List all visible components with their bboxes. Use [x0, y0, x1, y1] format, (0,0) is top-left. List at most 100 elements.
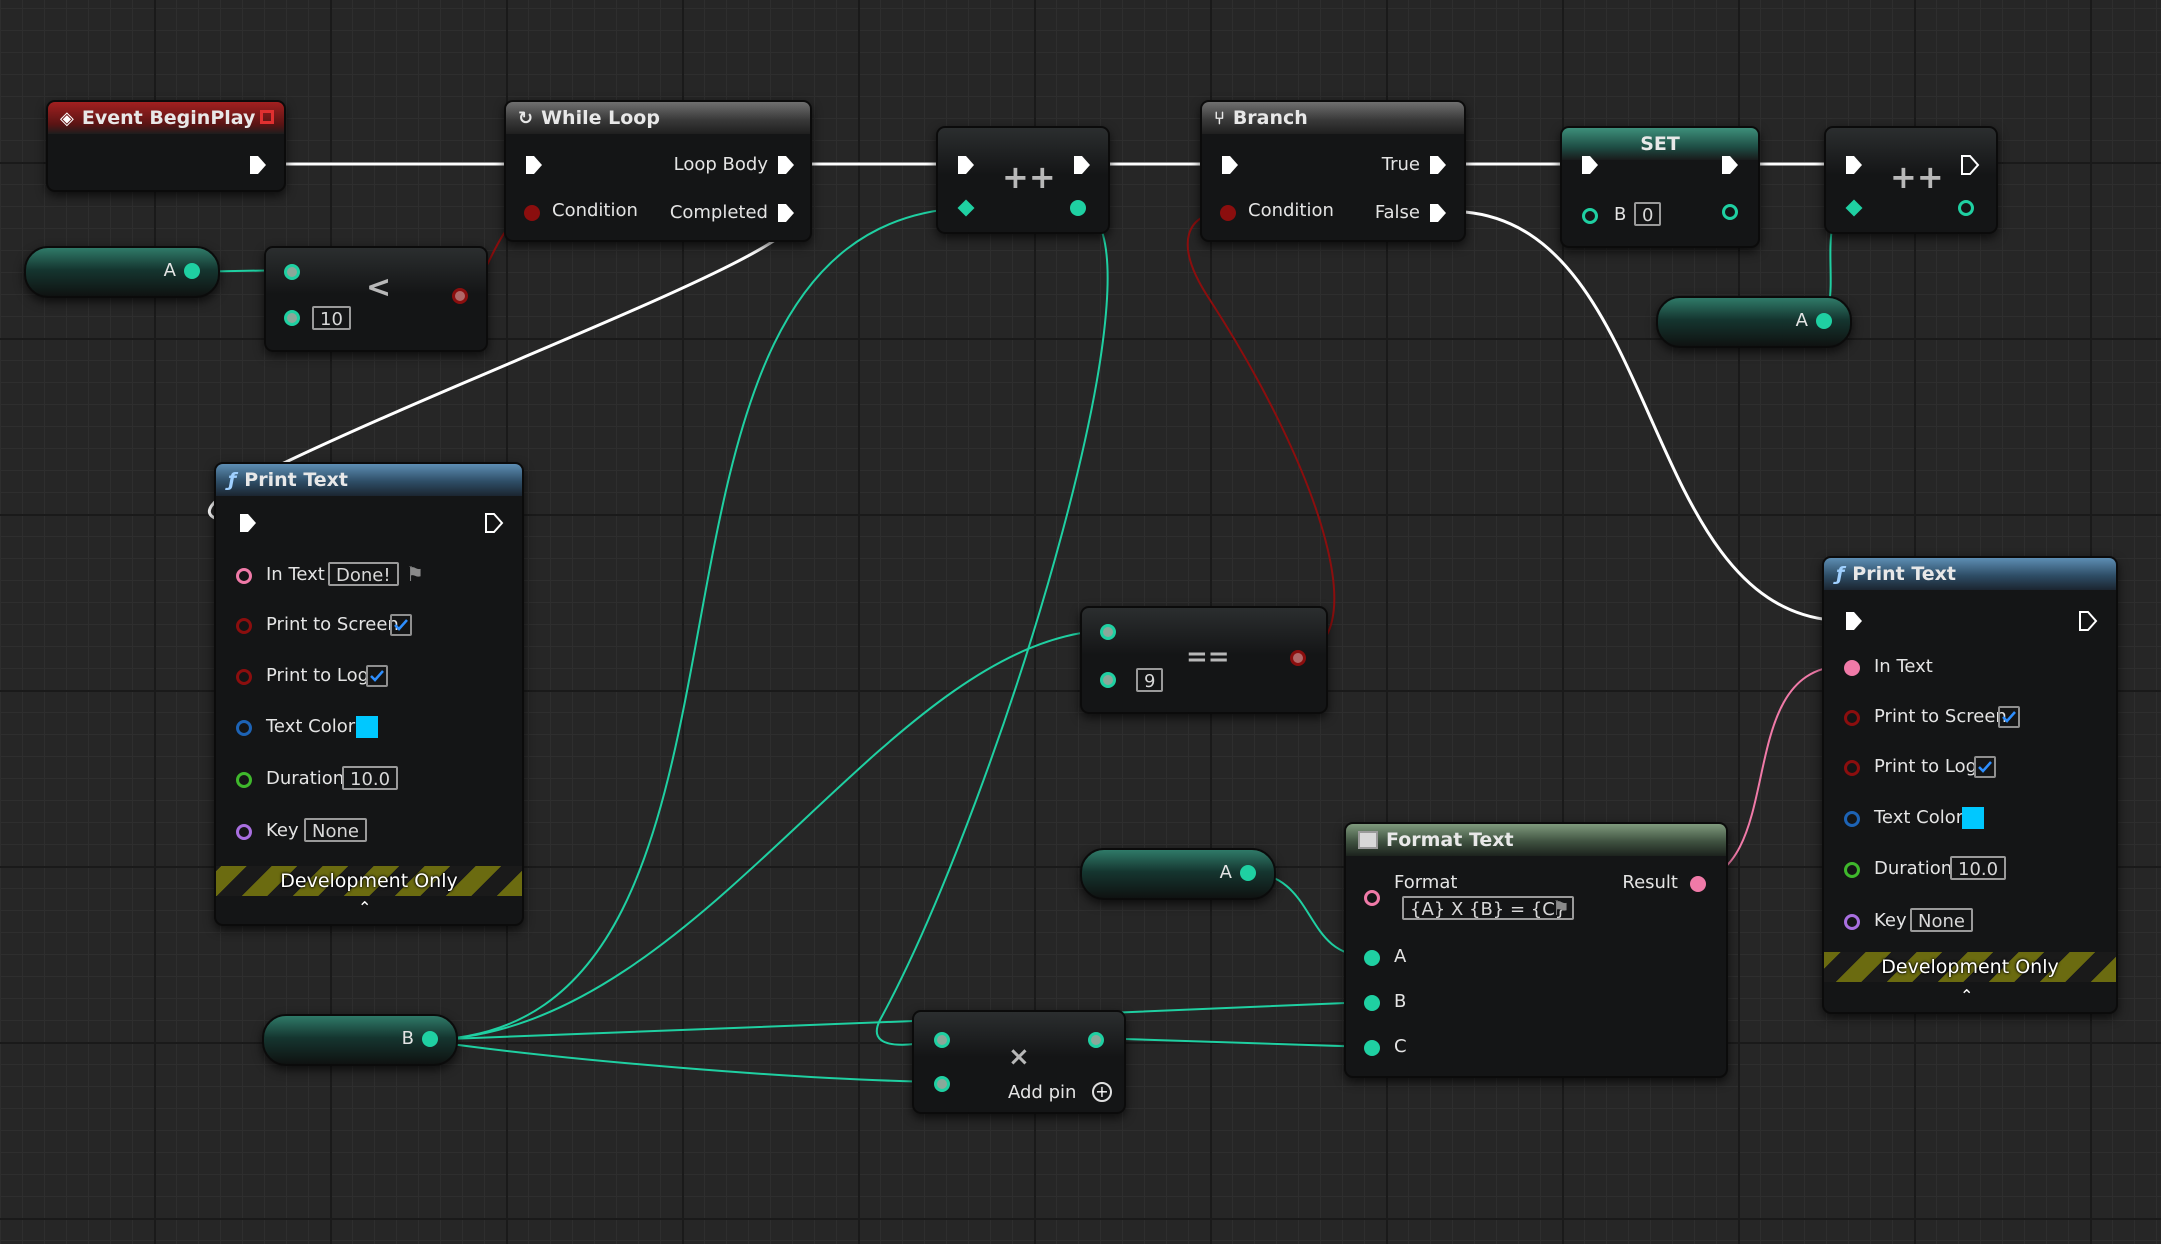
a-input-pin[interactable] — [934, 1032, 950, 1048]
value-in-pin[interactable] — [1845, 199, 1863, 217]
var-name: A — [163, 260, 176, 281]
print-to-screen-pin[interactable] — [236, 618, 252, 634]
check-icon — [394, 619, 408, 631]
a-output-pin[interactable] — [1816, 313, 1832, 329]
while-loop-node[interactable]: ↻ While Loop Loop Body Condition Complet… — [504, 100, 812, 242]
print-text-node[interactable]: ƒ Print Text In Text Done! ⚑ Print to Sc… — [214, 462, 524, 926]
a-output-pin[interactable] — [1240, 865, 1256, 881]
exec-out-pin[interactable] — [1072, 154, 1092, 176]
get-a-node[interactable]: A — [24, 246, 220, 298]
format-field[interactable]: {A} X {B} = {C} — [1402, 896, 1575, 920]
branch-icon: ⑂ — [1214, 107, 1225, 129]
collapse-chevron-icon[interactable]: ⌃ — [1960, 986, 1973, 1005]
exec-in-pin[interactable] — [1844, 610, 1864, 632]
b-input-pin[interactable] — [284, 310, 300, 326]
exec-in-pin[interactable] — [1844, 154, 1864, 176]
exec-out-pin[interactable] — [1960, 154, 1980, 176]
print-to-screen-checkbox[interactable] — [390, 614, 412, 636]
condition-pin[interactable] — [1220, 205, 1236, 221]
b-value-field[interactable]: 10 — [312, 306, 351, 330]
localization-flag-icon[interactable]: ⚑ — [1552, 896, 1570, 920]
exec-in-pin[interactable] — [1220, 154, 1240, 176]
b-value-field[interactable]: 9 — [1136, 668, 1164, 692]
print-to-log-checkbox[interactable] — [366, 665, 388, 687]
text-color-swatch[interactable] — [1962, 807, 1984, 829]
increment-node-2[interactable]: ++ — [1824, 126, 1998, 234]
b-input-pin[interactable] — [1582, 208, 1598, 224]
result-pin[interactable] — [452, 288, 468, 304]
delegate-pin[interactable] — [260, 110, 274, 124]
false-exec-pin[interactable] — [1428, 202, 1448, 224]
b-output-pin[interactable] — [1722, 204, 1738, 220]
condition-pin[interactable] — [524, 205, 540, 221]
localization-flag-icon[interactable]: ⚑ — [406, 562, 424, 586]
c-input-pin[interactable] — [1364, 1040, 1380, 1056]
b-value-field[interactable]: 0 — [1634, 202, 1662, 226]
completed-exec-pin[interactable] — [776, 202, 796, 224]
exec-in-pin[interactable] — [238, 512, 258, 534]
equals-node[interactable]: 9 == — [1080, 606, 1328, 714]
key-field[interactable]: None — [304, 818, 367, 842]
branch-node[interactable]: ⑂ Branch True Condition False — [1200, 100, 1466, 242]
result-pin[interactable] — [1290, 650, 1306, 666]
add-pin-label[interactable]: Add pin — [1008, 1082, 1076, 1103]
get-a-node-3[interactable]: A — [1080, 848, 1276, 900]
a-input-pin[interactable] — [284, 264, 300, 280]
b-input-pin[interactable] — [934, 1076, 950, 1092]
add-pin-plus-icon[interactable]: + — [1092, 1082, 1112, 1102]
format-pin[interactable] — [1364, 890, 1380, 906]
in-text-pin[interactable] — [1844, 660, 1860, 676]
duration-pin[interactable] — [1844, 862, 1860, 878]
value-in-pin[interactable] — [957, 199, 975, 217]
a-output-pin[interactable] — [184, 263, 200, 279]
less-than-node[interactable]: 10 < — [264, 246, 488, 352]
key-field[interactable]: None — [1910, 908, 1973, 932]
exec-in-pin[interactable] — [956, 154, 976, 176]
multiply-node[interactable]: × Add pin + — [912, 1010, 1126, 1114]
collapse-chevron-icon[interactable]: ⌃ — [358, 898, 371, 917]
a-input-pin[interactable] — [1364, 950, 1380, 966]
event-beginplay-node[interactable]: ◈ Event BeginPlay — [46, 100, 286, 192]
print-to-screen-checkbox[interactable] — [1998, 706, 2020, 728]
exec-out-pin[interactable] — [248, 154, 268, 176]
b-input-pin[interactable] — [1364, 995, 1380, 1011]
in-text-pin[interactable] — [236, 568, 252, 584]
exec-out-pin[interactable] — [484, 512, 504, 534]
c-pin-label: C — [1394, 1036, 1407, 1057]
exec-out-pin[interactable] — [2078, 610, 2098, 632]
true-exec-pin[interactable] — [1428, 154, 1448, 176]
key-pin[interactable] — [1844, 914, 1860, 930]
print-to-log-checkbox[interactable] — [1974, 756, 1996, 778]
value-out-pin[interactable] — [1958, 200, 1974, 216]
increment-node[interactable]: ++ — [936, 126, 1110, 234]
format-text-node[interactable]: Format Text Format {A} X {B} = {C} ⚑ Res… — [1344, 822, 1728, 1078]
value-out-pin[interactable] — [1070, 200, 1086, 216]
print-to-log-pin[interactable] — [1844, 760, 1860, 776]
exec-in-pin[interactable] — [1580, 154, 1600, 176]
loop-body-exec-pin[interactable] — [776, 154, 796, 176]
duration-field[interactable]: 10.0 — [342, 766, 399, 790]
a-input-pin[interactable] — [1100, 624, 1116, 640]
get-a-node-2[interactable]: A — [1656, 296, 1852, 348]
in-text-field[interactable]: Done! — [328, 562, 399, 586]
text-color-swatch[interactable] — [356, 716, 378, 738]
b-pin-label: B — [1394, 991, 1407, 1012]
duration-pin[interactable] — [236, 772, 252, 788]
result-pin[interactable] — [1690, 876, 1706, 892]
b-output-pin[interactable] — [422, 1031, 438, 1047]
result-pin[interactable] — [1088, 1032, 1104, 1048]
duration-field[interactable]: 10.0 — [1950, 856, 2007, 880]
print-text-node-2[interactable]: ƒ Print Text In Text Print to Screen Pri… — [1822, 556, 2118, 1014]
set-b-node[interactable]: SET B 0 — [1560, 126, 1760, 248]
node-title: Branch — [1232, 107, 1308, 129]
completed-label: Completed — [669, 202, 768, 223]
text-color-pin[interactable] — [236, 720, 252, 736]
exec-in-pin[interactable] — [524, 154, 544, 176]
print-to-screen-pin[interactable] — [1844, 710, 1860, 726]
print-to-log-pin[interactable] — [236, 669, 252, 685]
get-b-node[interactable]: B — [262, 1014, 458, 1066]
exec-out-pin[interactable] — [1720, 154, 1740, 176]
text-color-pin[interactable] — [1844, 811, 1860, 827]
b-input-pin[interactable] — [1100, 672, 1116, 688]
key-pin[interactable] — [236, 824, 252, 840]
